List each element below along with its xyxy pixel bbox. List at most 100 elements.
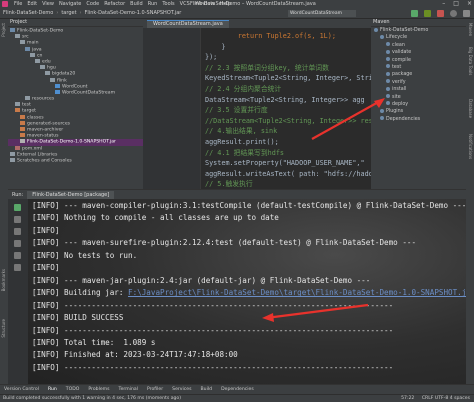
menu-run[interactable]: Run [148,1,158,7]
maven-item-lifecycle[interactable]: Lifecycle [371,34,466,41]
menu-navigate[interactable]: Navigate [59,1,81,7]
menu-file[interactable]: File [14,1,22,7]
tool-tab-problems[interactable]: Problems [88,387,109,392]
tool-tab-services[interactable]: Services [172,387,191,392]
menu-view[interactable]: View [42,1,54,7]
maven-item-install[interactable]: install [371,86,466,93]
minimize-icon[interactable]: – [442,0,445,7]
project-tree-label: generated-sources [27,121,71,127]
console-line: [INFO] BUILD SUCCESS [32,312,466,324]
console-line: [INFO] ---------------------------------… [32,300,466,312]
jar-path-link[interactable]: F:\JavaProject\Flink-DataSet-Demo\target… [128,288,466,297]
rerun-icon[interactable] [14,204,21,211]
run-configuration-select[interactable]: WordCountDataStream [288,10,356,17]
folder-icon [10,157,15,162]
file-encoding[interactable]: CRLF UTF-8 4 spaces [422,396,470,401]
console-line: [INFO] ---------------------------------… [32,325,466,337]
gear-icon [386,94,390,99]
scroll-to-end-icon[interactable] [14,240,21,247]
debug-icon[interactable] [424,10,431,17]
run-label: Run: [12,191,24,198]
status-message: Build completed successfully with 1 warn… [3,396,182,401]
console-output[interactable]: [INFO] --- maven-compiler-plugin:3.1:tes… [32,200,466,384]
tool-tab-run[interactable]: Run [48,387,57,392]
maven-item-flink-dataset-demo[interactable]: Flink-DataSet-Demo [371,27,466,34]
menu-edit[interactable]: Edit [27,1,37,7]
folder-icon [35,58,40,63]
gear-icon [386,57,390,62]
bookmarks-tool-button[interactable]: Bookmarks [1,269,6,291]
maven-item-test[interactable]: test [371,64,466,71]
cursor-position[interactable]: 57:22 [401,396,414,401]
breadcrumb-file[interactable]: Flink-DataSet-Demo-1.0-SNAPSHOT.jar [85,10,182,16]
menu-code[interactable]: Code [86,1,99,7]
console-line: [INFO] --- maven-jar-plugin:2.4:jar (def… [32,275,466,287]
editor-tab-wordcountdatastream[interactable]: WordCountDataStream.java [147,20,229,28]
menu-refactor[interactable]: Refactor [104,1,125,7]
breadcrumb-folder[interactable]: target [61,10,76,16]
maven-item-compile[interactable]: compile [371,57,466,64]
run-tab-package[interactable]: Flink-DataSet-Demo [package] [27,190,115,199]
menu-build[interactable]: Build [130,1,143,7]
code-editor[interactable]: WordCountDataStream.java return Tuple2.o… [143,19,371,189]
maven-tool-button[interactable]: Maven [468,23,473,36]
console-line-text: [INFO] [32,263,60,273]
project-tree-item[interactable]: Scratches and Consoles [8,157,143,164]
database-tool-button[interactable]: Database [468,99,473,118]
project-tree-label: Flink-DataSet-Demo-1.0-SNAPSHOT.jar [27,139,116,145]
menu-vcs[interactable]: VCS [180,1,190,7]
folder-icon [25,96,30,101]
big-data-tools-button[interactable]: Big Data Tools [468,47,473,75]
project-panel: Project Flink-DataSet-Demo src main java cn e… [8,19,143,189]
tool-tab-todo[interactable]: TODO [66,387,80,392]
settings-icon[interactable] [463,10,470,17]
maven-item-clean[interactable]: clean [371,42,466,49]
close-icon[interactable]: × [467,0,472,7]
maven-item-label: validate [392,50,412,56]
menu-tools[interactable]: Tools [162,1,174,7]
project-panel-header: Project [8,19,143,27]
run-icon[interactable] [411,10,418,17]
project-tree-label: java [32,47,42,53]
tool-tab-dependencies[interactable]: Dependencies [221,387,254,392]
trash-icon[interactable] [14,264,21,271]
title-bar: File Edit View Navigate Code Refactor Build Run… [0,0,474,8]
console-line-text: [INFO] Finished at: 2023-03-24T17:47:18+… [32,350,238,360]
gear-icon [380,34,384,39]
stop-icon[interactable] [437,10,444,17]
console-line-text: [INFO] BUILD SUCCESS [32,313,124,323]
project-tree-label: maven-status [27,133,59,139]
pin-icon[interactable] [14,228,21,235]
maven-item-deploy[interactable]: deploy [371,101,466,108]
maven-item-label: verify [392,79,406,85]
console-line: [INFO] [32,262,466,274]
breadcrumb-project[interactable]: Flink-DataSet-Demo [3,10,53,16]
console-line: [INFO] ---------------------------------… [32,362,466,374]
maven-item-verify[interactable]: verify [371,79,466,86]
tool-tab-profiler[interactable]: Profiler [147,387,163,392]
print-icon[interactable] [14,252,21,259]
tool-tab-version-control[interactable]: Version Control [4,387,39,392]
maximize-icon[interactable]: □ [453,0,459,7]
notifications-tool-button[interactable]: Notifications [468,134,473,159]
maven-item-validate[interactable]: validate [371,49,466,56]
folder-icon [20,139,25,144]
search-icon[interactable] [450,10,457,17]
editor-gutter [143,28,201,189]
maven-item-label: Flink-DataSet-Demo [380,28,429,33]
maven-item-dependencies[interactable]: Dependencies [371,116,466,123]
console-line-text: [INFO] Total time: 1.089 s [32,337,156,347]
maven-tree: Flink-DataSet-Demo Lifecycle clean validate… [371,27,466,123]
maven-item-plugins[interactable]: Plugins [371,108,466,115]
project-tool-button[interactable]: Project [1,23,6,37]
maven-item-site[interactable]: site [371,94,466,101]
structure-tool-button[interactable]: Structure [1,319,6,338]
maven-item-package[interactable]: package [371,71,466,78]
tool-tab-build[interactable]: Build [201,387,213,392]
code-line: // 2.3 按照单词分组key, 统计单词数 [205,63,329,72]
code-area[interactable]: return Tuple2.of(s, 1L); }});// 2.3 按照单词… [205,31,371,189]
stop-run-icon[interactable] [14,216,21,223]
tool-tab-terminal[interactable]: Terminal [119,387,138,392]
project-tree-label: resources [32,96,55,102]
console-line-text: [INFO] No tests to run. [32,250,138,260]
